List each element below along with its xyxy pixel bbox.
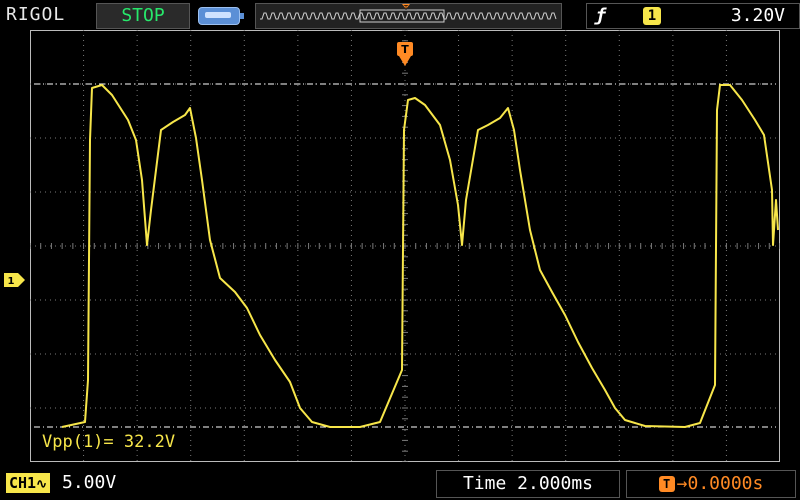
horizontal-position-timeline[interactable]: T: [255, 3, 562, 29]
trigger-position-marker[interactable]: T: [396, 40, 414, 68]
trace-line: [61, 84, 779, 428]
waveform-display[interactable]: [30, 30, 780, 462]
ac-coupling-icon: ∿: [36, 477, 47, 492]
trigger-level: 3.20V: [730, 5, 785, 26]
trigger-panel[interactable]: ƒ 1 3.20V: [586, 3, 800, 29]
trigger-offset-value: 0.0000s: [687, 473, 764, 494]
run-stop-indicator[interactable]: STOP: [96, 3, 190, 29]
bottom-status-bar: CH1∿ 5.00V Time 2.000ms T →0.0000s: [0, 468, 800, 500]
trigger-offset-icon: T: [658, 476, 675, 492]
svg-text:1: 1: [8, 276, 15, 287]
top-status-bar: RIGOL STOP T ƒ 1 3.20V: [0, 0, 800, 30]
channel-1-offset-marker[interactable]: 1: [4, 273, 26, 287]
trigger-source-badge: 1: [643, 7, 661, 25]
memory-depth-icon: [198, 7, 244, 25]
trigger-offset-display[interactable]: T →0.0000s: [626, 470, 796, 498]
channel-1-badge[interactable]: CH1∿: [6, 473, 50, 493]
channel-1-scale[interactable]: 5.00V: [62, 473, 116, 493]
rising-edge-icon: ƒ: [595, 5, 606, 26]
timebase-display[interactable]: Time 2.000ms: [436, 470, 620, 498]
timeline-waveform-icon: T: [260, 4, 557, 23]
channel-label: CH1: [9, 474, 37, 492]
vpp-measurement: Vpp(1)= 32.2V: [42, 432, 176, 452]
arrow-right-icon: →: [676, 473, 688, 494]
brand-logo: RIGOL: [6, 4, 66, 25]
channel-1-trace: [34, 83, 779, 428]
svg-text:T: T: [401, 43, 409, 56]
timeline-trigger-marker: T: [403, 4, 409, 12]
